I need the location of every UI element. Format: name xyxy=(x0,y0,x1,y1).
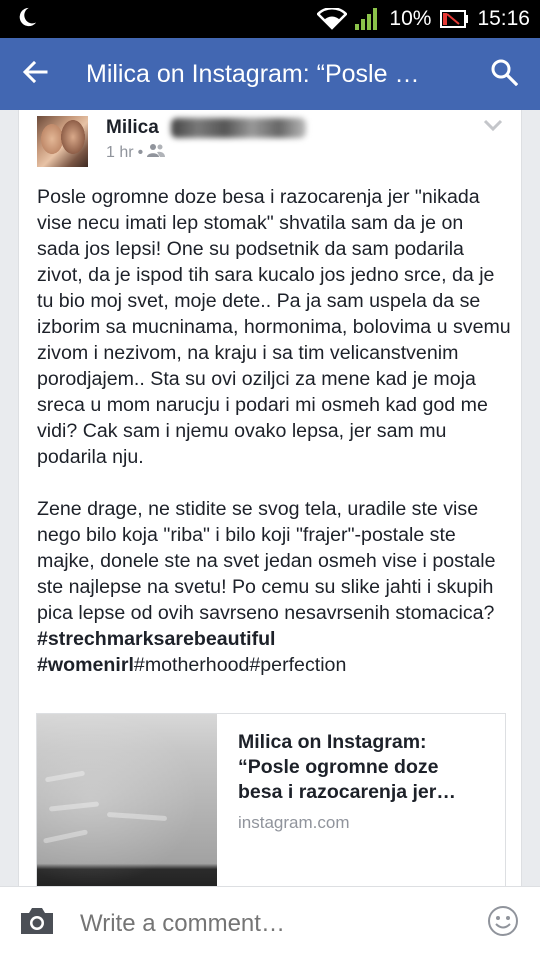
moon-icon xyxy=(16,6,38,33)
back-button[interactable] xyxy=(22,54,62,94)
link-preview[interactable]: Milica on Instagram: “Posle ogromne doze… xyxy=(36,713,506,900)
friends-icon xyxy=(147,143,166,162)
post-paragraph-1: Posle ogromne doze besa i razocarenja je… xyxy=(37,186,511,468)
clock: 15:16 xyxy=(477,7,530,30)
hashtag-link[interactable]: #motherhood xyxy=(134,654,249,676)
hashtags: #strechmarksarebeautiful #womenirl#mothe… xyxy=(37,626,511,678)
camera-button[interactable] xyxy=(18,905,56,943)
hashtag-link[interactable]: #womenirl xyxy=(37,654,134,676)
battery-icon xyxy=(439,9,469,29)
comment-bar xyxy=(0,886,540,960)
wifi-icon xyxy=(317,8,348,30)
camera-icon xyxy=(19,906,55,941)
battery-percent: 10% xyxy=(389,7,432,30)
post-time[interactable]: 1 hr xyxy=(106,144,134,162)
page-title: Milica on Instagram: “Posle … xyxy=(86,59,420,88)
redacted-last-name xyxy=(171,118,306,138)
post-header: Milica 1 hr • xyxy=(19,110,521,180)
post-paragraph-2: Zene drage, ne stidite se svog tela, ura… xyxy=(37,498,496,624)
post-meta: 1 hr • xyxy=(106,143,166,162)
emoji-icon xyxy=(487,905,519,942)
avatar[interactable] xyxy=(37,116,88,167)
author-name[interactable]: Milica xyxy=(106,117,159,139)
signal-icon xyxy=(355,8,381,30)
post-body: Posle ogromne doze besa i razocarenja je… xyxy=(37,184,511,678)
back-arrow-icon xyxy=(22,60,48,89)
link-thumbnail xyxy=(37,714,217,900)
search-button[interactable] xyxy=(484,54,524,94)
link-text: Milica on Instagram: “Posle ogromne doze… xyxy=(217,714,505,900)
status-bar: 10% 15:16 xyxy=(0,0,540,38)
emoji-button[interactable] xyxy=(486,905,520,942)
post-card: Milica 1 hr • Posle ogromne doze besa i … xyxy=(18,110,522,900)
hashtag-link[interactable]: #strechmarksarebeautiful xyxy=(37,628,276,650)
search-icon xyxy=(490,58,519,91)
link-domain: instagram.com xyxy=(238,813,350,832)
meta-separator: • xyxy=(137,143,144,161)
link-title: Milica on Instagram: “Posle ogromne doze… xyxy=(238,731,456,803)
post-options-chevron-icon[interactable] xyxy=(483,118,503,132)
app-bar: Milica on Instagram: “Posle … xyxy=(0,38,540,110)
hashtag-link[interactable]: #perfection xyxy=(249,654,346,676)
comment-input[interactable] xyxy=(80,909,486,938)
